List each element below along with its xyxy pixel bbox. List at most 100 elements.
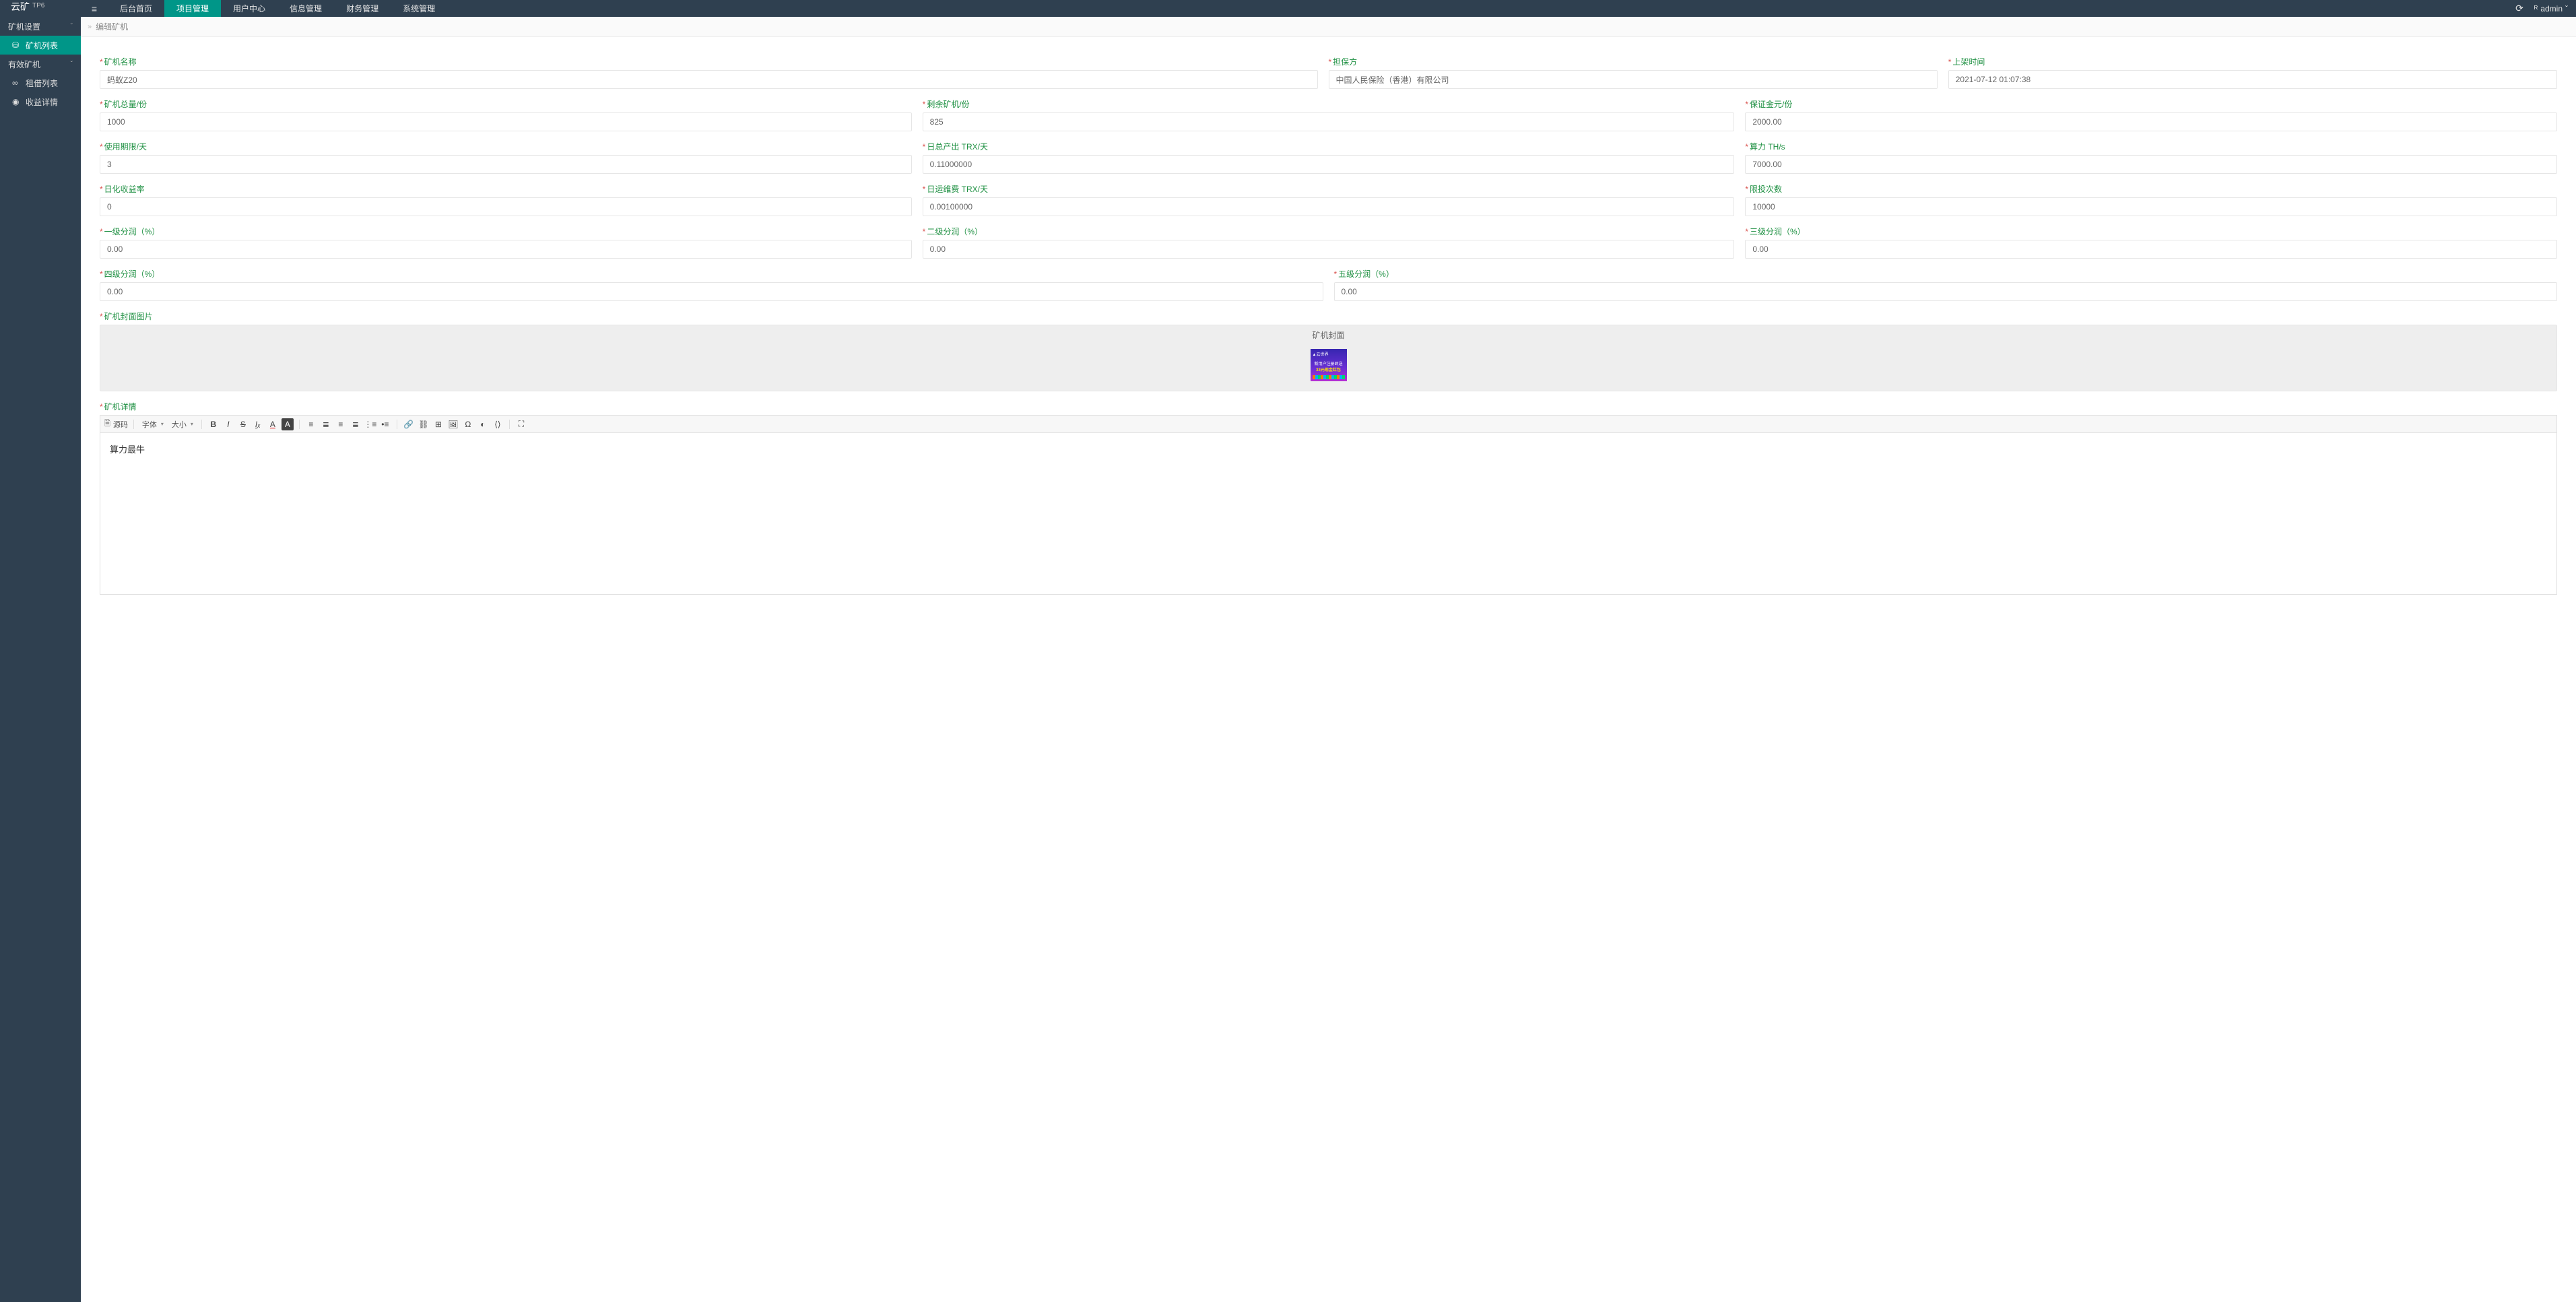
field-lvl1: *一级分润（%） [100,226,912,259]
input-total[interactable] [100,112,912,131]
input-deposit[interactable] [1745,112,2557,131]
text-color-icon[interactable]: A [267,418,279,430]
label-daily-output: *日总产出 TRX/天 [923,141,1735,152]
sidebar-group-label: 有效矿机 [8,59,40,70]
input-daily-rate[interactable] [100,197,912,216]
image-icon[interactable]: 🖼 [447,418,459,430]
target-icon: ◉ [12,97,22,106]
field-remain: *剩余矿机/份 [923,98,1735,131]
strikethrough-icon[interactable]: S [237,418,249,430]
refresh-icon[interactable]: ⟳ [2510,3,2529,14]
table-icon[interactable]: ⊞ [432,418,444,430]
thumb-line-2: 新用户注册即送 [1313,360,1345,366]
bg-color-icon[interactable]: A [282,418,294,430]
editor-font-size-select[interactable]: 大小▾ [169,418,196,430]
editor-font-family-select[interactable]: 字体▾ [139,418,166,430]
maximize-icon[interactable]: ⛶ [515,418,527,430]
align-left-icon[interactable]: ≡ [305,418,317,430]
nav-tab-finance[interactable]: 财务管理 [334,0,391,17]
field-miner-name: *矿机名称 [100,56,1318,89]
align-justify-icon[interactable]: ≣ [350,418,362,430]
nav-tab-user[interactable]: 用户中心 [221,0,277,17]
toolbar-separator [509,420,510,429]
user-menu[interactable]: ᴿ admin ˇ [2534,4,2568,13]
field-lvl5: *五级分润（%） [1334,268,2558,301]
input-hashrate[interactable] [1745,155,2557,174]
chevron-down-icon: ˇ [71,61,73,68]
editor-toolbar: 🗎 源码 字体▾ 大小▾ B I S [100,415,2557,433]
hamburger-icon[interactable]: ≡ [81,3,108,14]
input-daily-fee[interactable] [923,197,1735,216]
nav-tab-project[interactable]: 项目管理 [164,0,221,17]
chevron-down-icon: ▾ [161,421,164,427]
input-lvl3[interactable] [1745,240,2557,259]
sidebar-item-lease-list[interactable]: ∞ 租借列表 [0,73,81,92]
label-total: *矿机总量/份 [100,98,912,110]
chevron-down-icon: ˇ [2565,4,2568,13]
input-lvl1[interactable] [100,240,912,259]
input-lvl4[interactable] [100,282,1323,301]
input-miner-name[interactable] [100,70,1318,89]
link-icon[interactable]: 🔗 [403,418,415,430]
cube-icon: ⛁ [12,40,22,50]
cover-thumbnail[interactable]: ▲云世界 新用户注册即送 33元现金红包 [1311,349,1347,381]
toolbar-separator [201,420,202,429]
input-lvl2[interactable] [923,240,1735,259]
label-limit: *限投次数 [1745,183,2557,195]
input-guarantor[interactable] [1329,70,1938,89]
field-lvl4: *四级分润（%） [100,268,1323,301]
sidebar-group-effective-miner[interactable]: 有效矿机 ˇ [0,55,81,73]
italic-icon[interactable]: I [222,418,234,430]
thumb-line-1: ▲云世界 [1313,351,1345,357]
field-daily-fee: *日运维费 TRX/天 [923,183,1735,216]
label-detail: *矿机详情 [100,401,2557,412]
thumb-line-3: 33元现金红包 [1313,366,1345,372]
input-shelf-time[interactable] [1948,70,2557,89]
input-remain[interactable] [923,112,1735,131]
sidebar-group-miner-settings[interactable]: 矿机设置 ˇ [0,17,81,36]
unordered-list-icon[interactable]: •≡ [379,418,391,430]
sidebar-item-profit-detail[interactable]: ◉ 收益详情 [0,92,81,111]
special-char-icon[interactable]: Ω [462,418,474,430]
chevron-down-icon: ▾ [191,421,193,427]
bold-icon[interactable]: B [207,418,220,430]
input-limit[interactable] [1745,197,2557,216]
brand-sup: TP6 [32,2,44,9]
main-area: » 编辑矿机 *矿机名称 *担保方 *上架时间 [81,17,2576,1302]
align-right-icon[interactable]: ≡ [335,418,347,430]
cover-upload-area[interactable]: 矿机封面 ▲云世界 新用户注册即送 33元现金红包 [100,325,2557,391]
toolbar-separator [299,420,300,429]
field-deposit: *保证金元/份 [1745,98,2557,131]
rich-text-editor: 🗎 源码 字体▾ 大小▾ B I S [100,415,2557,595]
unlink-icon[interactable]: ⛓ [418,418,430,430]
cover-upload-head: 矿机封面 [100,325,2556,345]
ordered-list-icon[interactable]: ⋮≡ [364,418,376,430]
label-guarantor: *担保方 [1329,56,1938,67]
about-icon[interactable]: ◐ [477,418,489,430]
input-duration[interactable] [100,155,912,174]
editor-body[interactable]: 算力最牛 [100,433,2557,595]
input-daily-output[interactable] [923,155,1735,174]
nav-tab-info[interactable]: 信息管理 [277,0,334,17]
editor-source-button[interactable]: 🗎 源码 [104,418,128,430]
label-hashrate: *算力 TH/s [1745,141,2557,152]
user-icon: ᴿ [2534,4,2538,13]
label-lvl3: *三级分润（%） [1745,226,2557,237]
nav-tab-system[interactable]: 系统管理 [391,0,447,17]
file-icon: 🗎 [104,418,110,430]
align-center-icon[interactable]: ≣ [320,418,332,430]
label-lvl5: *五级分润（%） [1334,268,2558,280]
label-remain: *剩余矿机/份 [923,98,1735,110]
label-daily-fee: *日运维费 TRX/天 [923,183,1735,195]
input-lvl5[interactable] [1334,282,2558,301]
sidebar-item-label: 收益详情 [26,96,58,108]
toolbar-separator [133,420,134,429]
code-icon[interactable]: ⟨⟩ [492,418,504,430]
top-nav: 后台首页 项目管理 用户中心 信息管理 财务管理 系统管理 [108,0,447,17]
clear-format-icon[interactable]: Iₓ [252,418,264,430]
nav-tab-home[interactable]: 后台首页 [108,0,164,17]
field-daily-output: *日总产出 TRX/天 [923,141,1735,174]
sidebar-item-miner-list[interactable]: ⛁ 矿机列表 [0,36,81,55]
field-daily-rate: *日化收益率 [100,183,912,216]
link-icon: ∞ [12,78,22,88]
